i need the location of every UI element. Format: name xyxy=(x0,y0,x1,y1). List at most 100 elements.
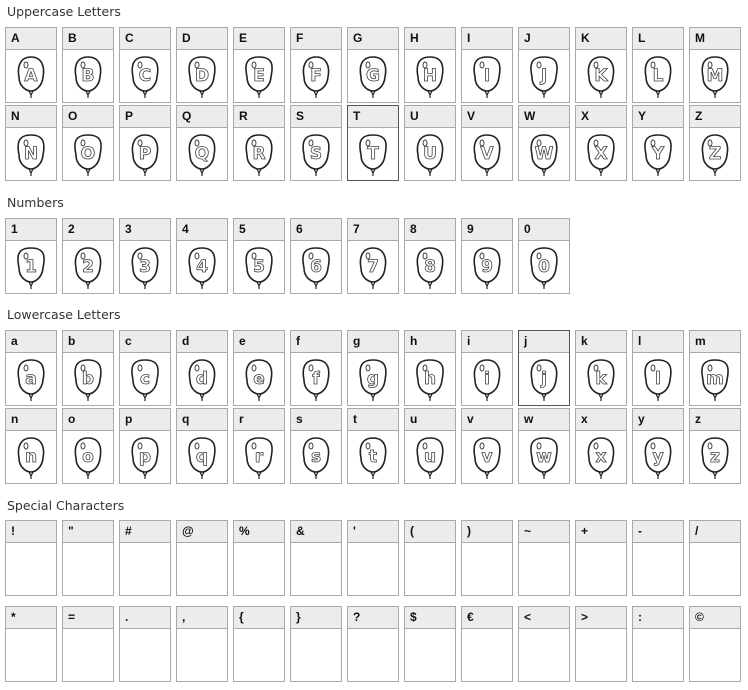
balloon-glyph-icon: D xyxy=(188,56,216,98)
char-cell: $ xyxy=(404,606,456,682)
char-label: # xyxy=(120,521,170,543)
svg-text:0: 0 xyxy=(538,257,550,277)
char-cell: II xyxy=(461,27,513,103)
char-glyph: O xyxy=(63,128,113,180)
char-glyph: 4 xyxy=(177,241,227,293)
char-glyph: j xyxy=(519,353,569,405)
balloon-glyph-icon: n xyxy=(17,437,45,479)
char-cell: OO xyxy=(62,105,114,181)
char-label: J xyxy=(519,28,569,50)
char-glyph: x xyxy=(576,431,626,483)
char-cell: 44 xyxy=(176,218,228,294)
char-glyph: m xyxy=(690,353,740,405)
char-label: b xyxy=(63,331,113,353)
char-cell: / xyxy=(689,520,741,596)
char-glyph xyxy=(348,543,398,595)
char-cell: UU xyxy=(404,105,456,181)
char-glyph: n xyxy=(6,431,56,483)
char-glyph: f xyxy=(291,353,341,405)
char-glyph xyxy=(120,543,170,595)
char-label: r xyxy=(234,409,284,431)
svg-text:6: 6 xyxy=(310,257,322,277)
char-glyph: 8 xyxy=(405,241,455,293)
char-label: - xyxy=(633,521,683,543)
svg-text:k: k xyxy=(595,369,607,389)
char-label: 9 xyxy=(462,219,512,241)
char-glyph: Z xyxy=(690,128,740,180)
char-label: j xyxy=(519,331,569,353)
char-glyph: 6 xyxy=(291,241,341,293)
svg-text:Z: Z xyxy=(709,144,721,164)
char-glyph xyxy=(576,629,626,681)
balloon-glyph-icon: Q xyxy=(188,134,216,176)
svg-text:L: L xyxy=(653,66,664,86)
char-label: H xyxy=(405,28,455,50)
balloon-glyph-icon: Z xyxy=(701,134,729,176)
char-cell: : xyxy=(632,606,684,682)
balloon-glyph-icon: G xyxy=(359,56,387,98)
char-cell: % xyxy=(233,520,285,596)
char-glyph: t xyxy=(348,431,398,483)
svg-text:q: q xyxy=(196,447,208,467)
char-cell: qq xyxy=(176,408,228,484)
svg-text:l: l xyxy=(655,369,661,389)
char-label: e xyxy=(234,331,284,353)
char-cell: jj xyxy=(518,330,570,406)
char-cell: MM xyxy=(689,27,741,103)
svg-text:F: F xyxy=(310,66,322,86)
char-glyph: C xyxy=(120,50,170,102)
balloon-glyph-icon: W xyxy=(530,134,558,176)
char-cell: ) xyxy=(461,520,513,596)
section-title-numbers: Numbers xyxy=(7,195,64,210)
balloon-glyph-icon: F xyxy=(302,56,330,98)
char-cell: € xyxy=(461,606,513,682)
balloon-glyph-icon: S xyxy=(302,134,330,176)
svg-text:t: t xyxy=(369,447,377,467)
svg-text:z: z xyxy=(710,447,720,467)
svg-text:u: u xyxy=(424,447,436,467)
svg-text:5: 5 xyxy=(253,257,265,277)
char-label: p xyxy=(120,409,170,431)
char-glyph: 9 xyxy=(462,241,512,293)
char-cell: 11 xyxy=(5,218,57,294)
char-cell: uu xyxy=(404,408,456,484)
svg-text:7: 7 xyxy=(367,257,379,277)
char-label: f xyxy=(291,331,341,353)
balloon-glyph-icon: h xyxy=(416,359,444,401)
char-cell: ! xyxy=(5,520,57,596)
char-label: > xyxy=(576,607,626,629)
char-label: / xyxy=(690,521,740,543)
char-glyph: k xyxy=(576,353,626,405)
balloon-glyph-icon: X xyxy=(587,134,615,176)
char-cell: ? xyxy=(347,606,399,682)
char-glyph xyxy=(519,543,569,595)
char-cell: WW xyxy=(518,105,570,181)
balloon-glyph-icon: 5 xyxy=(245,247,273,289)
char-cell: QQ xyxy=(176,105,228,181)
char-label: * xyxy=(6,607,56,629)
char-label: ! xyxy=(6,521,56,543)
balloon-glyph-icon: l xyxy=(644,359,672,401)
char-label: ~ xyxy=(519,521,569,543)
char-cell: FF xyxy=(290,27,342,103)
char-glyph xyxy=(633,543,683,595)
char-glyph xyxy=(348,629,398,681)
char-label: q xyxy=(177,409,227,431)
char-glyph: H xyxy=(405,50,455,102)
char-glyph: a xyxy=(6,353,56,405)
char-cell: PP xyxy=(119,105,171,181)
char-glyph: l xyxy=(633,353,683,405)
char-label: V xyxy=(462,106,512,128)
balloon-glyph-icon: x xyxy=(587,437,615,479)
char-label: I xyxy=(462,28,512,50)
svg-text:j: j xyxy=(540,369,547,389)
svg-text:i: i xyxy=(484,369,490,389)
balloon-glyph-icon: K xyxy=(587,56,615,98)
char-cell: EE xyxy=(233,27,285,103)
char-glyph xyxy=(291,629,341,681)
char-label: 3 xyxy=(120,219,170,241)
char-label: L xyxy=(633,28,683,50)
char-label: & xyxy=(291,521,341,543)
char-glyph xyxy=(462,629,512,681)
svg-text:H: H xyxy=(423,66,437,86)
